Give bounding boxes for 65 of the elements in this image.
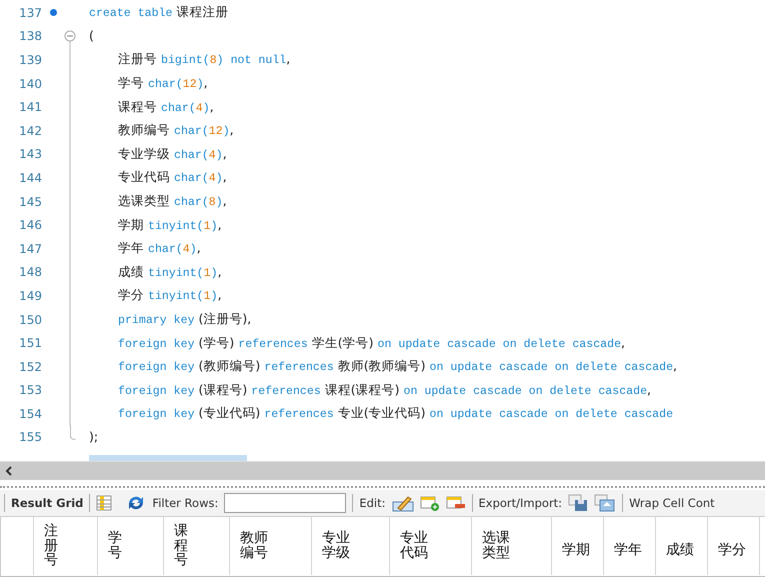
column-header[interactable]: 专业代码 [400, 531, 428, 561]
line-number: 138 [18, 29, 42, 44]
column-header[interactable]: 专业学级 [322, 531, 350, 561]
line-number: 140 [18, 76, 42, 91]
grid-columns-icon[interactable] [96, 495, 112, 511]
line-number: 137 [18, 6, 42, 20]
code-line: foreign key (专业代码) references 专业(专业代码) on update cascade on delete cascade [118, 405, 674, 422]
column-header[interactable]: 学期 [562, 542, 590, 558]
code-line: foreign key (教师编号) references 教师(教师编号) on update cascade on delete cascade, [118, 358, 678, 376]
code-line: ); [89, 429, 98, 446]
save-icon[interactable] [568, 494, 588, 512]
code-line: foreign key (学号) references 学生(学号) on update cascade on delete cascade, [118, 334, 626, 352]
result-grid-tab[interactable]: Result Grid [11, 496, 84, 510]
line-number: 148 [18, 265, 42, 280]
scroll-left-icon[interactable] [4, 465, 14, 477]
line-number: 153 [18, 383, 42, 398]
line-number: 154 [18, 406, 42, 421]
line-number: 149 [18, 288, 42, 303]
code-line: 学号 char(12), [118, 75, 208, 92]
export-import-label: Export/Import: [478, 496, 562, 510]
column-header[interactable]: 注册号 [44, 524, 58, 568]
edit-label: Edit: [359, 496, 386, 510]
filter-rows-field[interactable] [224, 493, 346, 513]
code-line: 学期 tinyint(1), [118, 216, 222, 234]
code-line: 专业代码 char(4), [118, 169, 227, 186]
line-number: 142 [18, 124, 42, 138]
add-row-icon[interactable] [420, 495, 440, 511]
wrap-cell-content-label: Wrap Cell Cont [629, 496, 715, 510]
column-header[interactable]: 课程号 [174, 524, 188, 568]
code-line: create table 课程注册 [89, 4, 228, 22]
code-line: 选课类型 char(8), [118, 193, 227, 210]
code-line: foreign key (课程号) references 课程(课程号) on update cascade on delete cascade, [118, 382, 652, 399]
column-header[interactable]: 教师编号 [240, 531, 268, 561]
import-icon[interactable] [594, 494, 616, 512]
line-number: 144 [18, 170, 42, 185]
column-header[interactable]: 成绩 [666, 542, 694, 558]
filter-rows-label: Filter Rows: [152, 496, 218, 510]
column-header[interactable]: 选课类型 [482, 531, 510, 561]
line-number: 147 [18, 242, 42, 256]
line-number: 141 [18, 100, 42, 114]
line-number: 146 [18, 218, 42, 232]
column-header[interactable]: 学年 [614, 542, 642, 558]
code-line: 学分 tinyint(1), [118, 287, 222, 304]
code-line: ( [89, 28, 94, 44]
column-header[interactable]: 学号 [108, 531, 122, 561]
horizontal-scrollbar[interactable] [0, 461, 765, 480]
code-line: 专业学级 char(4), [118, 146, 227, 163]
line-number: 151 [18, 336, 42, 350]
delete-row-icon[interactable] [446, 495, 466, 511]
breakpoint-dot-icon[interactable] [50, 9, 56, 16]
code-line: 注册号 bigint(8) not null, [118, 51, 290, 68]
code-line: 学年 char(4), [118, 240, 201, 258]
code-line: 成绩 tinyint(1), [118, 264, 222, 281]
line-number: 155 [18, 430, 42, 444]
column-header[interactable]: 学分 [718, 542, 746, 558]
code-line: 教师编号 char(12), [118, 122, 234, 140]
line-number: 139 [18, 52, 42, 67]
code-line: 课程号 char(4), [118, 98, 214, 116]
pencil-icon[interactable] [392, 494, 414, 512]
line-number: 152 [18, 360, 42, 374]
code-line: primary key (注册号), [118, 311, 252, 328]
line-number: 145 [18, 194, 42, 209]
line-number: 150 [18, 312, 42, 327]
fold-end-icon [70, 425, 76, 440]
line-number: 143 [18, 147, 42, 162]
